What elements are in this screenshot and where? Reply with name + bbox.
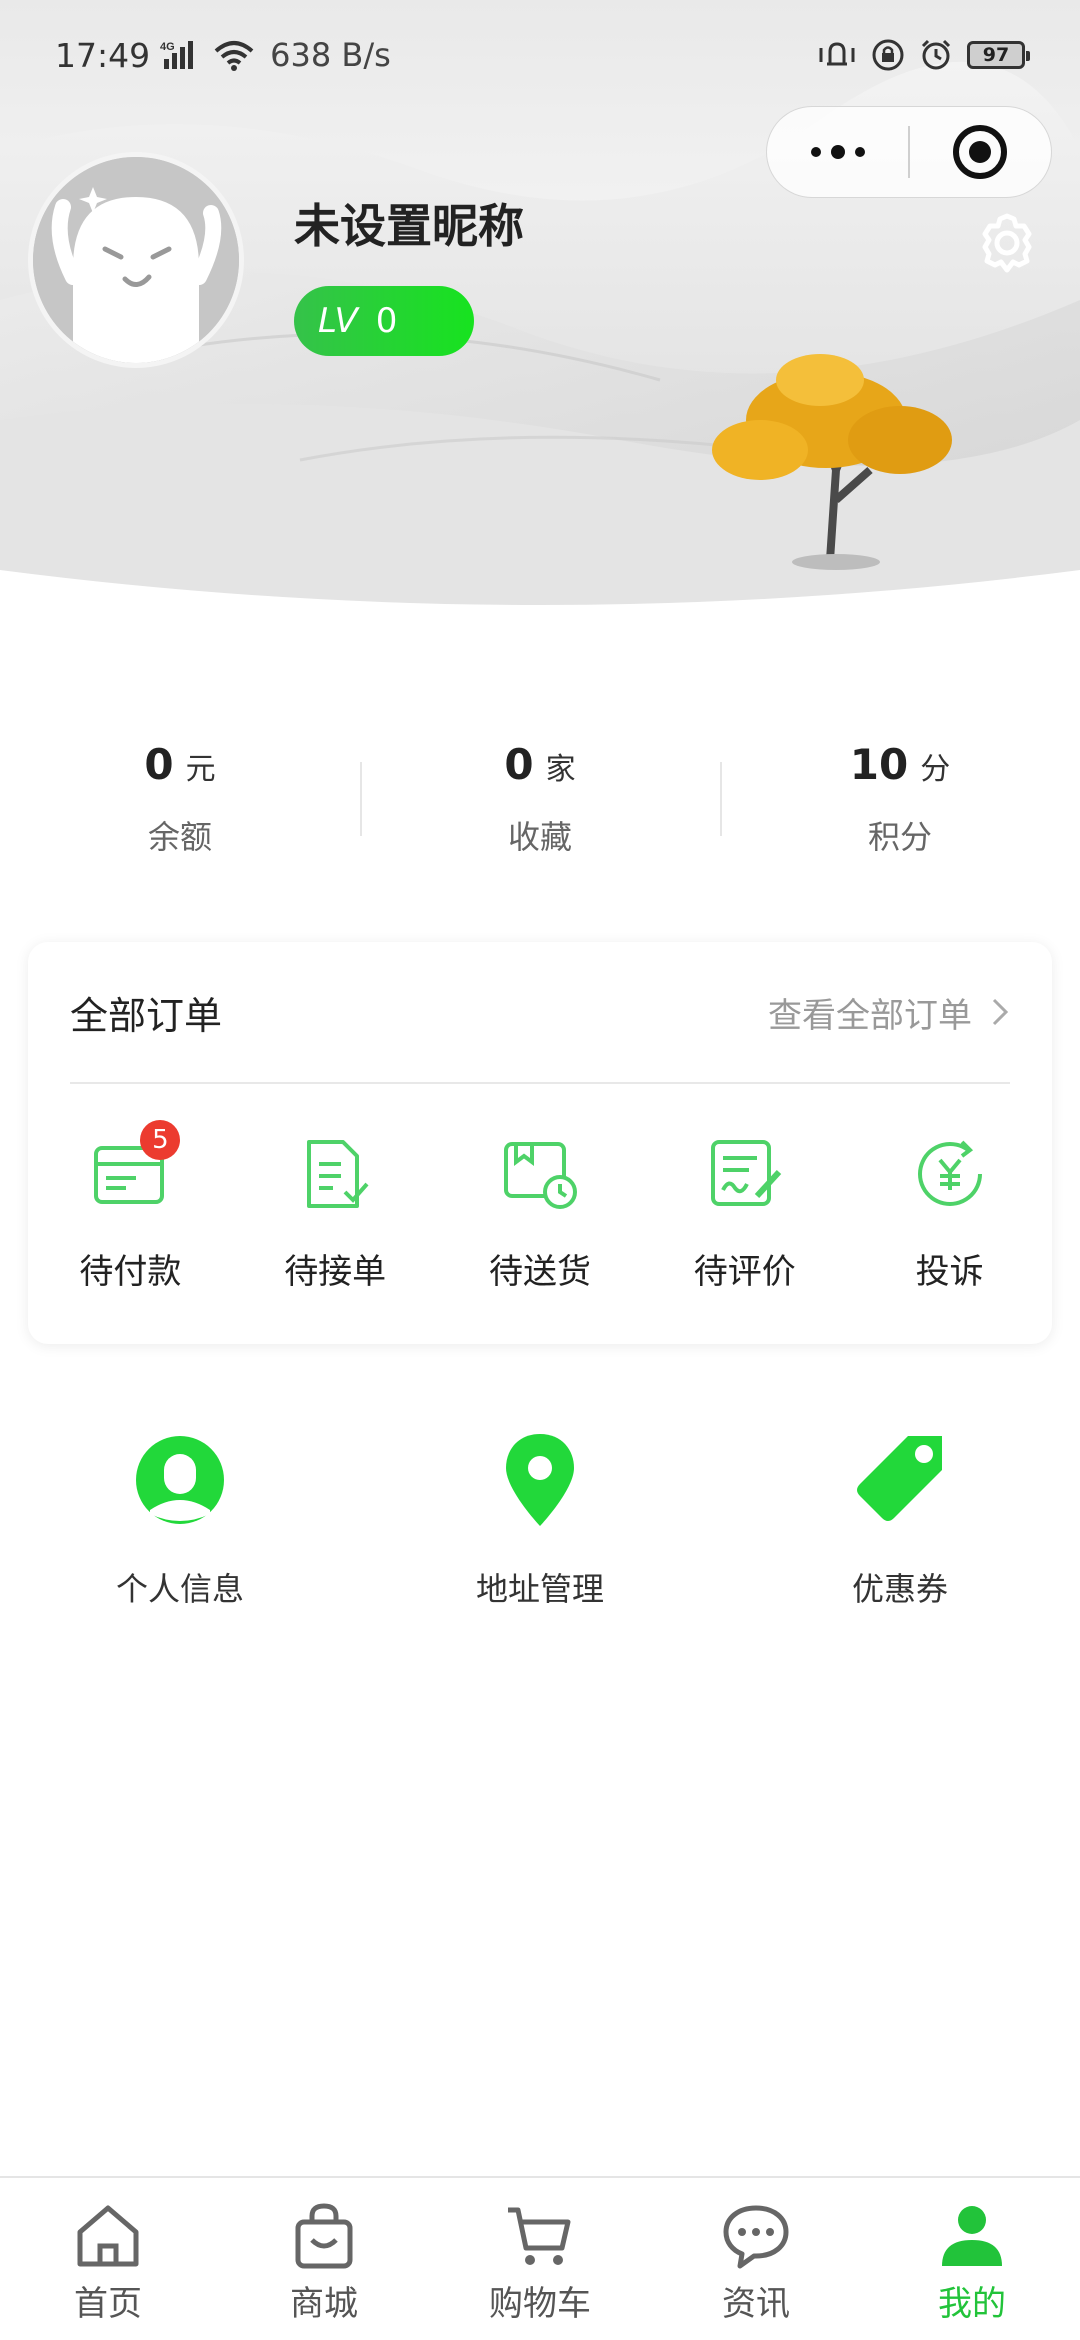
orders-card: 全部订单 查看全部订单 5 待付款 待接单 待送货 待评价 投诉 bbox=[28, 942, 1052, 1344]
alarm-icon bbox=[921, 39, 951, 70]
stat-value: 0 bbox=[144, 740, 174, 789]
account-stats: 0 元 余额 0 家 收藏 10 分 积分 bbox=[0, 740, 1080, 870]
tab-label: 我的 bbox=[938, 2284, 1006, 2324]
gear-icon bbox=[982, 213, 1032, 273]
more-options-button[interactable] bbox=[767, 107, 908, 197]
stat-unit: 元 bbox=[185, 752, 216, 787]
location-pin-icon bbox=[506, 1434, 574, 1526]
order-pending-acceptance[interactable]: 待接单 bbox=[233, 1134, 438, 1293]
order-status-row: 5 待付款 待接单 待送货 待评价 投诉 bbox=[28, 1084, 1052, 1293]
stat-label: 积分 bbox=[867, 818, 932, 856]
stat-label: 收藏 bbox=[507, 818, 572, 856]
stat-favorites[interactable]: 0 家 收藏 bbox=[360, 740, 720, 870]
tab-cart[interactable]: 购物车 bbox=[432, 2178, 648, 2340]
svg-text:4G: 4G bbox=[160, 41, 175, 53]
yuan-refund-icon bbox=[917, 1140, 982, 1206]
tab-label: 商城 bbox=[290, 2284, 358, 2324]
tab-label: 资讯 bbox=[722, 2284, 790, 2324]
miniprogram-capsule bbox=[766, 106, 1052, 198]
battery-indicator: 97 bbox=[967, 41, 1030, 69]
level-badge: LV 0 bbox=[294, 286, 474, 356]
order-pending-review[interactable]: 待评价 bbox=[642, 1134, 847, 1293]
settings-button[interactable] bbox=[974, 210, 1040, 276]
service-shortcuts: 个人信息 地址管理 优惠券 bbox=[0, 1430, 1080, 1610]
chevron-right-icon bbox=[992, 998, 1009, 1026]
service-coupons[interactable]: 优惠券 bbox=[720, 1430, 1080, 1610]
order-status-label: 待接单 bbox=[284, 1252, 387, 1292]
lock-rotation-icon bbox=[872, 39, 904, 71]
user-nickname[interactable]: 未设置昵称 bbox=[294, 190, 524, 256]
service-label: 地址管理 bbox=[475, 1570, 604, 1608]
order-status-label: 待送货 bbox=[488, 1252, 591, 1292]
unpaid-count-badge: 5 bbox=[140, 1120, 181, 1160]
target-circle-icon bbox=[953, 125, 1008, 179]
tab-mall[interactable]: 商城 bbox=[216, 2178, 432, 2340]
level-prefix: LV bbox=[318, 301, 358, 341]
cell-signal-icon: 4G bbox=[160, 41, 194, 69]
order-status-label: 投诉 bbox=[915, 1252, 984, 1292]
user-icon bbox=[942, 2206, 1002, 2266]
network-speed: 638 B/s bbox=[270, 36, 391, 74]
stat-unit: 分 bbox=[920, 752, 951, 787]
stat-unit: 家 bbox=[545, 752, 576, 787]
tab-mine[interactable]: 我的 bbox=[864, 2178, 1080, 2340]
service-label: 个人信息 bbox=[115, 1570, 244, 1608]
wifi-icon bbox=[214, 41, 254, 71]
vibrate-icon bbox=[819, 42, 855, 66]
service-label: 优惠券 bbox=[851, 1570, 948, 1608]
avatar[interactable] bbox=[28, 152, 244, 368]
order-complaint[interactable]: 投诉 bbox=[847, 1134, 1052, 1293]
view-all-orders-link[interactable]: 查看全部订单 bbox=[768, 988, 1010, 1037]
bottom-tab-bar: 首页 商城 购物车 资讯 我的 bbox=[0, 2176, 1080, 2340]
level-value: 0 bbox=[375, 301, 398, 341]
tab-news[interactable]: 资讯 bbox=[648, 2178, 864, 2340]
order-pending-payment[interactable]: 5 待付款 bbox=[28, 1120, 233, 1293]
order-status-label: 待付款 bbox=[79, 1252, 182, 1292]
default-avatar-icon bbox=[33, 157, 239, 363]
tab-label: 购物车 bbox=[489, 2284, 591, 2324]
service-address-management[interactable]: 地址管理 bbox=[360, 1430, 720, 1610]
stat-value: 10 bbox=[849, 740, 909, 789]
review-pen-icon bbox=[710, 1140, 781, 1206]
delivery-clock-icon bbox=[503, 1142, 577, 1209]
tab-label: 首页 bbox=[74, 2284, 142, 2324]
order-pending-delivery[interactable]: 待送货 bbox=[438, 1134, 643, 1293]
home-icon bbox=[77, 2205, 139, 2267]
view-all-orders-label: 查看全部订单 bbox=[768, 995, 972, 1036]
coupon-tag-icon bbox=[857, 1436, 942, 1521]
shopping-bag-icon bbox=[295, 2203, 353, 2269]
order-status-label: 待评价 bbox=[693, 1252, 796, 1292]
person-icon bbox=[136, 1436, 224, 1524]
stat-points[interactable]: 10 分 积分 bbox=[720, 740, 1080, 870]
more-dots-icon bbox=[810, 145, 865, 159]
close-miniprogram-button[interactable] bbox=[910, 107, 1051, 197]
status-bar: 17:49 4G 638 B/s 97 bbox=[0, 0, 1080, 110]
profile-header: 17:49 4G 638 B/s 97 未设置昵称 LV 0 bbox=[0, 0, 1080, 620]
chat-icon bbox=[723, 2205, 789, 2269]
stat-balance[interactable]: 0 元 余额 bbox=[0, 740, 360, 870]
cart-icon bbox=[508, 2207, 571, 2265]
orders-header: 全部订单 查看全部订单 bbox=[70, 942, 1010, 1084]
orders-title: 全部订单 bbox=[70, 993, 223, 1038]
stat-label: 余额 bbox=[147, 818, 212, 856]
tab-home[interactable]: 首页 bbox=[0, 2178, 216, 2340]
document-check-icon bbox=[307, 1140, 369, 1208]
stat-value: 0 bbox=[504, 740, 534, 789]
status-time: 17:49 bbox=[55, 35, 151, 75]
service-personal-info[interactable]: 个人信息 bbox=[0, 1430, 360, 1610]
